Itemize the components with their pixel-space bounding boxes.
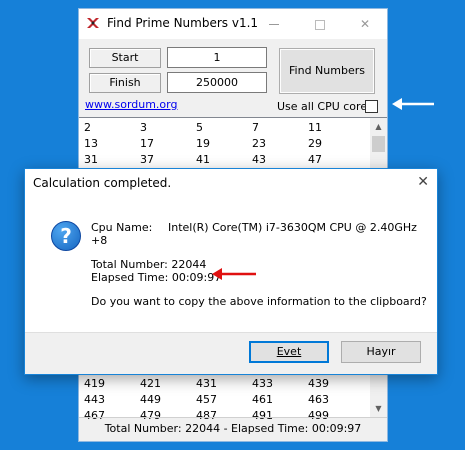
status-bar: Total Number: 22044 - Elapsed Time: 00:0… (79, 417, 387, 441)
prime-cell: 19 (196, 137, 210, 150)
list-row: 31 37 41 43 47 (84, 153, 364, 168)
prime-cell: 419 (84, 377, 105, 390)
cpu-cores-label: Use all CPU cores (277, 100, 373, 113)
maximize-button[interactable] (297, 9, 343, 39)
minimize-icon (269, 24, 279, 25)
total-number-text: Total Number: 22044 (91, 258, 207, 271)
prime-cell: 463 (308, 393, 329, 406)
copy-question-text: Do you want to copy the above informatio… (91, 295, 427, 308)
prime-cell: 47 (308, 153, 322, 166)
cpu-name-value: Intel(R) Core(TM) i7-3630QM CPU @ 2.40GH… (168, 221, 417, 234)
cpu-name-value-cont: +8 (91, 234, 108, 247)
annotation-arrow-white-icon (392, 98, 434, 110)
cpu-name-label: Cpu Name: (91, 221, 153, 234)
prime-cell: 457 (196, 393, 217, 406)
no-button-label: Hayır (366, 345, 396, 358)
prime-cell: 17 (140, 137, 154, 150)
minimize-button[interactable] (251, 9, 297, 39)
annotation-arrow-red-icon (212, 268, 256, 280)
yes-button-label: Evet (276, 345, 302, 358)
prime-cell: 13 (84, 137, 98, 150)
find-numbers-button[interactable]: Find Numbers (279, 48, 375, 94)
yes-button[interactable]: Evet (249, 341, 329, 363)
scroll-up-arrow-icon[interactable]: ▲ (370, 118, 387, 135)
question-icon: ? (51, 221, 81, 251)
elapsed-time-text: Elapsed Time: 00:09:97 (91, 271, 222, 284)
scroll-thumb[interactable] (372, 136, 385, 152)
sordum-link[interactable]: www.sordum.org (85, 98, 177, 111)
app-logo-icon (87, 18, 99, 28)
finish-label: Finish (89, 73, 161, 93)
app-titlebar[interactable]: Find Prime Numbers v1.1 ✕ (79, 9, 387, 39)
prime-cell: 443 (84, 393, 105, 406)
prime-cell: 7 (252, 121, 259, 134)
close-icon: ✕ (359, 17, 371, 31)
prime-cell: 461 (252, 393, 273, 406)
start-label: Start (89, 48, 161, 68)
prime-cell: 439 (308, 377, 329, 390)
prime-cell: 43 (252, 153, 266, 166)
list-row: 419 421 431 433 439 (84, 377, 364, 392)
maximize-icon (315, 19, 325, 30)
prime-cell: 11 (308, 121, 322, 134)
prime-cell: 449 (140, 393, 161, 406)
list-row: 13 17 19 23 29 (84, 137, 364, 152)
finish-input[interactable]: 250000 (167, 72, 267, 93)
prime-cell: 421 (140, 377, 161, 390)
close-button[interactable]: ✕ (342, 9, 388, 39)
prime-cell: 431 (196, 377, 217, 390)
dialog-close-icon[interactable]: ✕ (417, 174, 429, 190)
dialog-titlebar[interactable]: Calculation completed. ✕ (25, 169, 437, 197)
prime-cell: 2 (84, 121, 91, 134)
app-title: Find Prime Numbers v1.1 (107, 16, 259, 30)
dialog-footer: Evet Hayır (25, 332, 437, 374)
cpu-cores-checkbox[interactable] (365, 100, 378, 113)
prime-cell: 433 (252, 377, 273, 390)
no-button[interactable]: Hayır (341, 341, 421, 363)
prime-cell: 5 (196, 121, 203, 134)
scroll-down-arrow-icon[interactable]: ▼ (370, 400, 387, 417)
list-row: 2 3 5 7 11 (84, 121, 364, 136)
prime-cell: 41 (196, 153, 210, 166)
prime-cell: 29 (308, 137, 322, 150)
start-input[interactable]: 1 (167, 47, 267, 68)
prime-cell: 31 (84, 153, 98, 166)
prime-cell: 37 (140, 153, 154, 166)
list-row: 443 449 457 461 463 (84, 393, 364, 408)
prime-cell: 23 (252, 137, 266, 150)
dialog-title: Calculation completed. (33, 176, 172, 190)
prime-cell: 3 (140, 121, 147, 134)
